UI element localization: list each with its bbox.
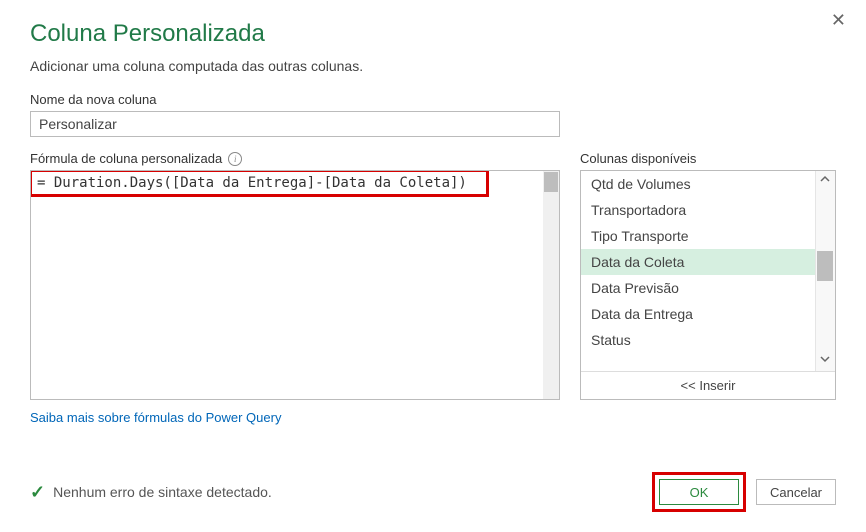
learn-more-link[interactable]: Saiba mais sobre fórmulas do Power Query	[30, 410, 560, 425]
chevron-up-icon[interactable]	[817, 173, 833, 189]
dialog-title: Coluna Personalizada	[30, 20, 836, 48]
column-name-label: Nome da nova coluna	[30, 92, 836, 107]
formula-scrollbar[interactable]	[543, 171, 559, 399]
available-columns-listbox[interactable]: Qtd de VolumesTransportadoraTipo Transpo…	[580, 170, 836, 400]
highlight-box-icon: OK	[652, 472, 746, 512]
highlight-box-icon	[30, 170, 489, 197]
scrollbar-thumb-icon[interactable]	[817, 251, 833, 281]
available-scrollbar[interactable]	[815, 171, 835, 371]
check-icon: ✓	[30, 482, 45, 503]
status-text: Nenhum erro de sintaxe detectado.	[53, 484, 272, 500]
close-icon[interactable]: ✕	[831, 10, 846, 31]
dialog-subtitle: Adicionar uma coluna computada das outra…	[30, 58, 836, 74]
available-column-item[interactable]: Data Previsão	[581, 275, 835, 301]
column-name-input[interactable]	[30, 111, 560, 137]
insert-button[interactable]: << Inserir	[581, 371, 835, 399]
cancel-button[interactable]: Cancelar	[756, 479, 836, 505]
chevron-down-icon[interactable]	[817, 353, 833, 369]
info-icon[interactable]: i	[228, 152, 242, 166]
available-column-item[interactable]: Status	[581, 327, 835, 353]
ok-button[interactable]: OK	[659, 479, 739, 505]
formula-label-text: Fórmula de coluna personalizada	[30, 151, 222, 166]
status-message: ✓ Nenhum erro de sintaxe detectado.	[30, 482, 272, 503]
available-column-item[interactable]: Data da Coleta	[581, 249, 835, 275]
available-column-item[interactable]: Qtd de Volumes	[581, 171, 835, 197]
available-column-item[interactable]: Data da Entrega	[581, 301, 835, 327]
available-column-item[interactable]: Transportadora	[581, 197, 835, 223]
available-columns-label: Colunas disponíveis	[580, 151, 836, 166]
scrollbar-thumb-icon[interactable]	[544, 172, 558, 192]
formula-textarea[interactable]: = Duration.Days([Data da Entrega]-[Data …	[30, 170, 560, 400]
available-column-item[interactable]: Tipo Transporte	[581, 223, 835, 249]
formula-label: Fórmula de coluna personalizada i	[30, 151, 560, 166]
